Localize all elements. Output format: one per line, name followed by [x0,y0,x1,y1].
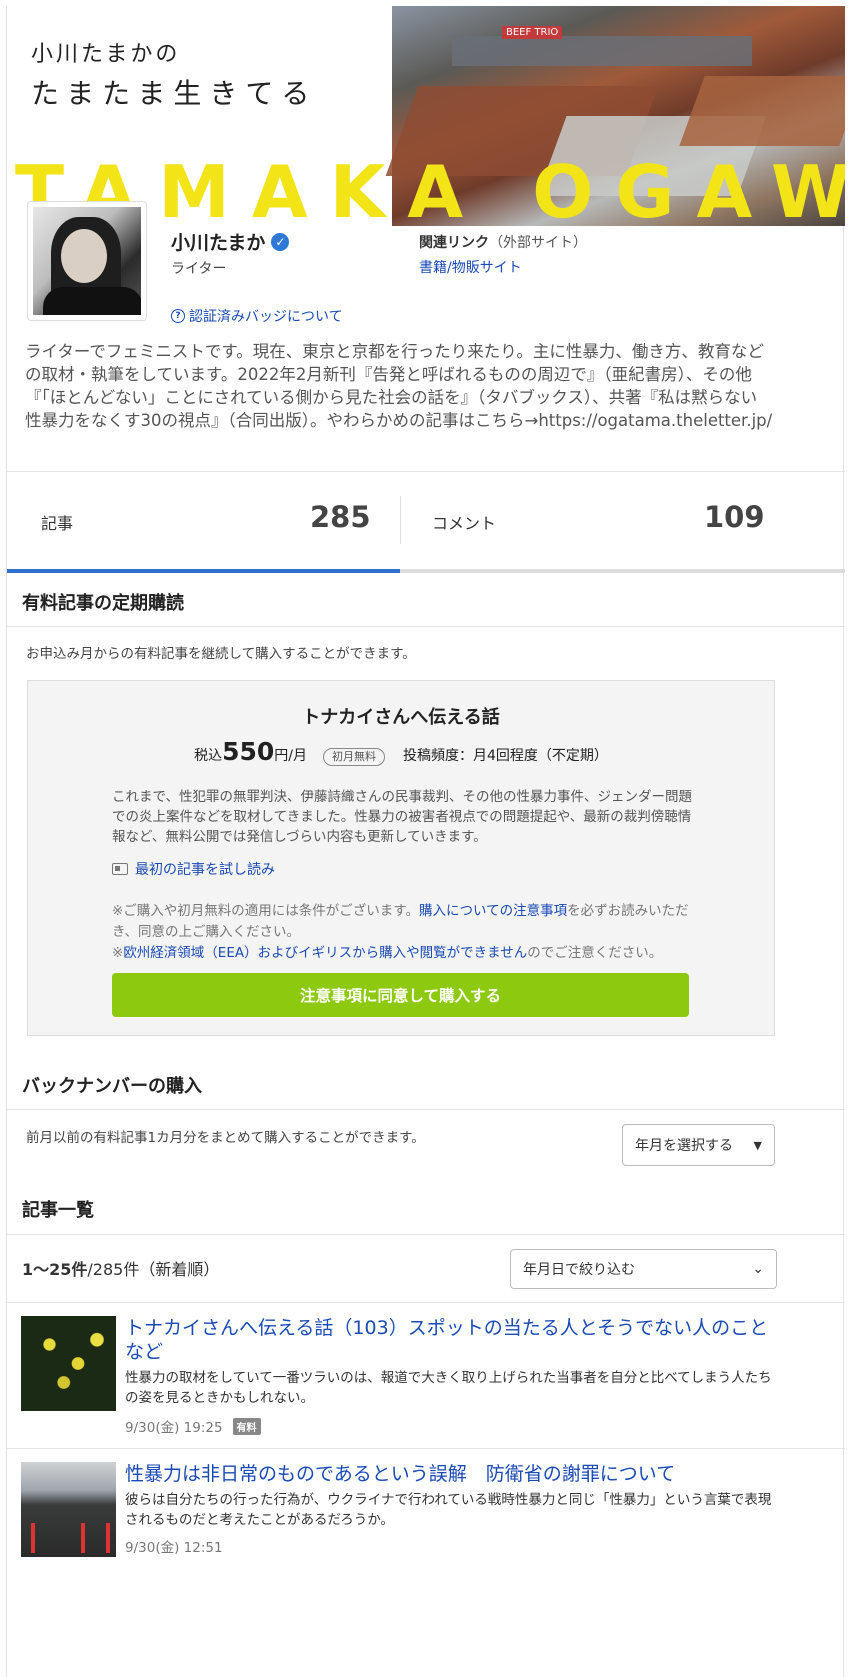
article-title[interactable]: 性暴力は非日常のものであるという誤解 防衛省の謝罪について [125,1462,785,1486]
books-shop-link[interactable]: 書籍/物販サイト [419,257,522,277]
eea-restriction-link[interactable]: 欧州経済領域（EEA）およびイギリスから購入や閲覧ができません [123,945,527,961]
month-select-label: 年月を選択する [635,1138,733,1154]
article-preview-icon [112,863,128,875]
author-bio: ライターでフェミニストです。現在、東京と京都を行ったり来たり。主に性暴力、働き方… [25,342,773,430]
articles-section-title: 記事一覧 [22,1200,94,1221]
header-banner: BEEF TRIO 小川たまかの たまたま生きてる TAMAKA OGAWA [7,6,845,226]
divider [7,626,845,627]
price-prefix: 税込 [194,748,223,764]
profile-card: BEEF TRIO 小川たまかの たまたま生きてる TAMAKA OGAWA 小… [6,6,845,1677]
page: BEEF TRIO 小川たまかの たまたま生きてる TAMAKA OGAWA 小… [0,0,849,1677]
verified-badge-label: 認証済みバッジについて [189,309,343,325]
comments-count-label[interactable]: コメント [432,510,496,534]
plan-price-row: 税込 550 円/月 初月無料 投稿頻度：月4回程度（不定期） [28,737,774,766]
verified-check-icon: ✓ [271,232,290,251]
backnumber-section-title: バックナンバーの購入 [22,1076,202,1097]
question-icon: ? [171,309,185,323]
note-text: ※ご購入や初月無料の適用には条件がございます。 [112,903,419,919]
first-month-free-badge: 初月無料 [322,748,385,766]
article-title[interactable]: トナカイさんへ伝える話（103）スポットの当たる人とそうでない人のことなど [125,1316,785,1364]
divider [7,1109,845,1110]
price-suffix: 円/月 [274,748,307,764]
articles-count: 1〜25件/285件（新着順） [22,1256,219,1280]
subscription-section-title: 有料記事の定期購読 [22,593,184,614]
article-date: 9/30(金) 19:25 [125,1420,223,1436]
article-thumbnail[interactable] [21,1316,116,1411]
banner-sign: BEEF TRIO [502,26,563,39]
divider [7,1234,845,1235]
articles-count-value[interactable]: 285 [310,500,371,534]
purchase-terms-link[interactable]: 購入についての注意事項 [419,903,567,919]
article-meta: 9/30(金) 12:51 [125,1536,223,1556]
subscription-desc: お申込み月からの有料記事を継続して購入することができます。 [26,646,416,662]
author-role: ライター [171,261,227,277]
comments-count-value[interactable]: 109 [704,500,765,534]
author-name: 小川たまか [171,232,266,254]
article-date: 9/30(金) 12:51 [125,1540,223,1556]
divider [7,1302,845,1303]
agree-and-buy-button[interactable]: 注意事項に同意して購入する [112,973,689,1017]
related-label: 関連リンク [419,235,489,251]
month-select[interactable]: 年月を選択する ▼ [622,1124,775,1166]
chevron-down-icon: ⌄ [752,1261,764,1277]
divider [7,471,845,472]
article-excerpt: 彼らは自分たちの行った行為が、ウクライナで行われている戦時性暴力と同じ「性暴力」… [125,1492,772,1528]
related-links-header: 関連リンク（外部サイト） [419,232,587,252]
trial-read-link[interactable]: 最初の記事を試し読み [112,859,275,879]
note-text: のでご注意ください。 [527,945,663,961]
article-meta: 9/30(金) 19:25 有料 [125,1416,261,1436]
articles-total: /285件（新着順） [87,1260,220,1279]
author-name-row: 小川たまか ✓ [171,228,290,255]
avatar [27,201,147,321]
date-filter-label: 年月日で絞り込む [523,1262,635,1278]
article-excerpt: 性暴力の取材をしていて一番ツラいのは、報道で大きく取り上げられた当事者を自分と比… [125,1370,772,1406]
related-ext-label: （外部サイト） [489,235,587,251]
purchase-notes: ※ご購入や初月無料の適用には条件がございます。購入についての注意事項を必ずお読み… [112,901,712,964]
stats-separator [400,496,401,544]
tab-indicator [7,569,845,573]
articles-range: 1〜25件 [22,1260,88,1279]
subscription-plan-box: トナカイさんへ伝える話 税込 550 円/月 初月無料 投稿頻度：月4回程度（不… [27,680,775,1036]
paid-badge: 有料 [232,1417,261,1435]
triangle-down-icon: ▼ [753,1138,762,1152]
price-value: 550 [222,737,275,766]
banner-title: たまたま生きてる [31,77,318,110]
trial-read-label: 最初の記事を試し読み [135,862,275,878]
note-text: ※ [112,945,124,961]
divider [7,1448,845,1449]
post-frequency: 投稿頻度：月4回程度（不定期） [402,748,608,764]
plan-title: トナカイさんへ伝える話 [302,707,500,728]
backnumber-desc: 前月以前の有料記事1カ月分をまとめて購入することができます。 [26,1130,425,1146]
articles-count-label[interactable]: 記事 [41,510,73,534]
banner-subtitle: 小川たまかの [31,42,181,67]
verified-badge-link[interactable]: ? 認証済みバッジについて [171,306,343,326]
date-filter-select[interactable]: 年月日で絞り込む ⌄ [510,1249,777,1289]
article-thumbnail[interactable] [21,1462,116,1557]
plan-description: これまで、性犯罪の無罪判決、伊藤詩織さんの民事裁判、その他の性暴力事件、ジェンダ… [112,789,692,845]
